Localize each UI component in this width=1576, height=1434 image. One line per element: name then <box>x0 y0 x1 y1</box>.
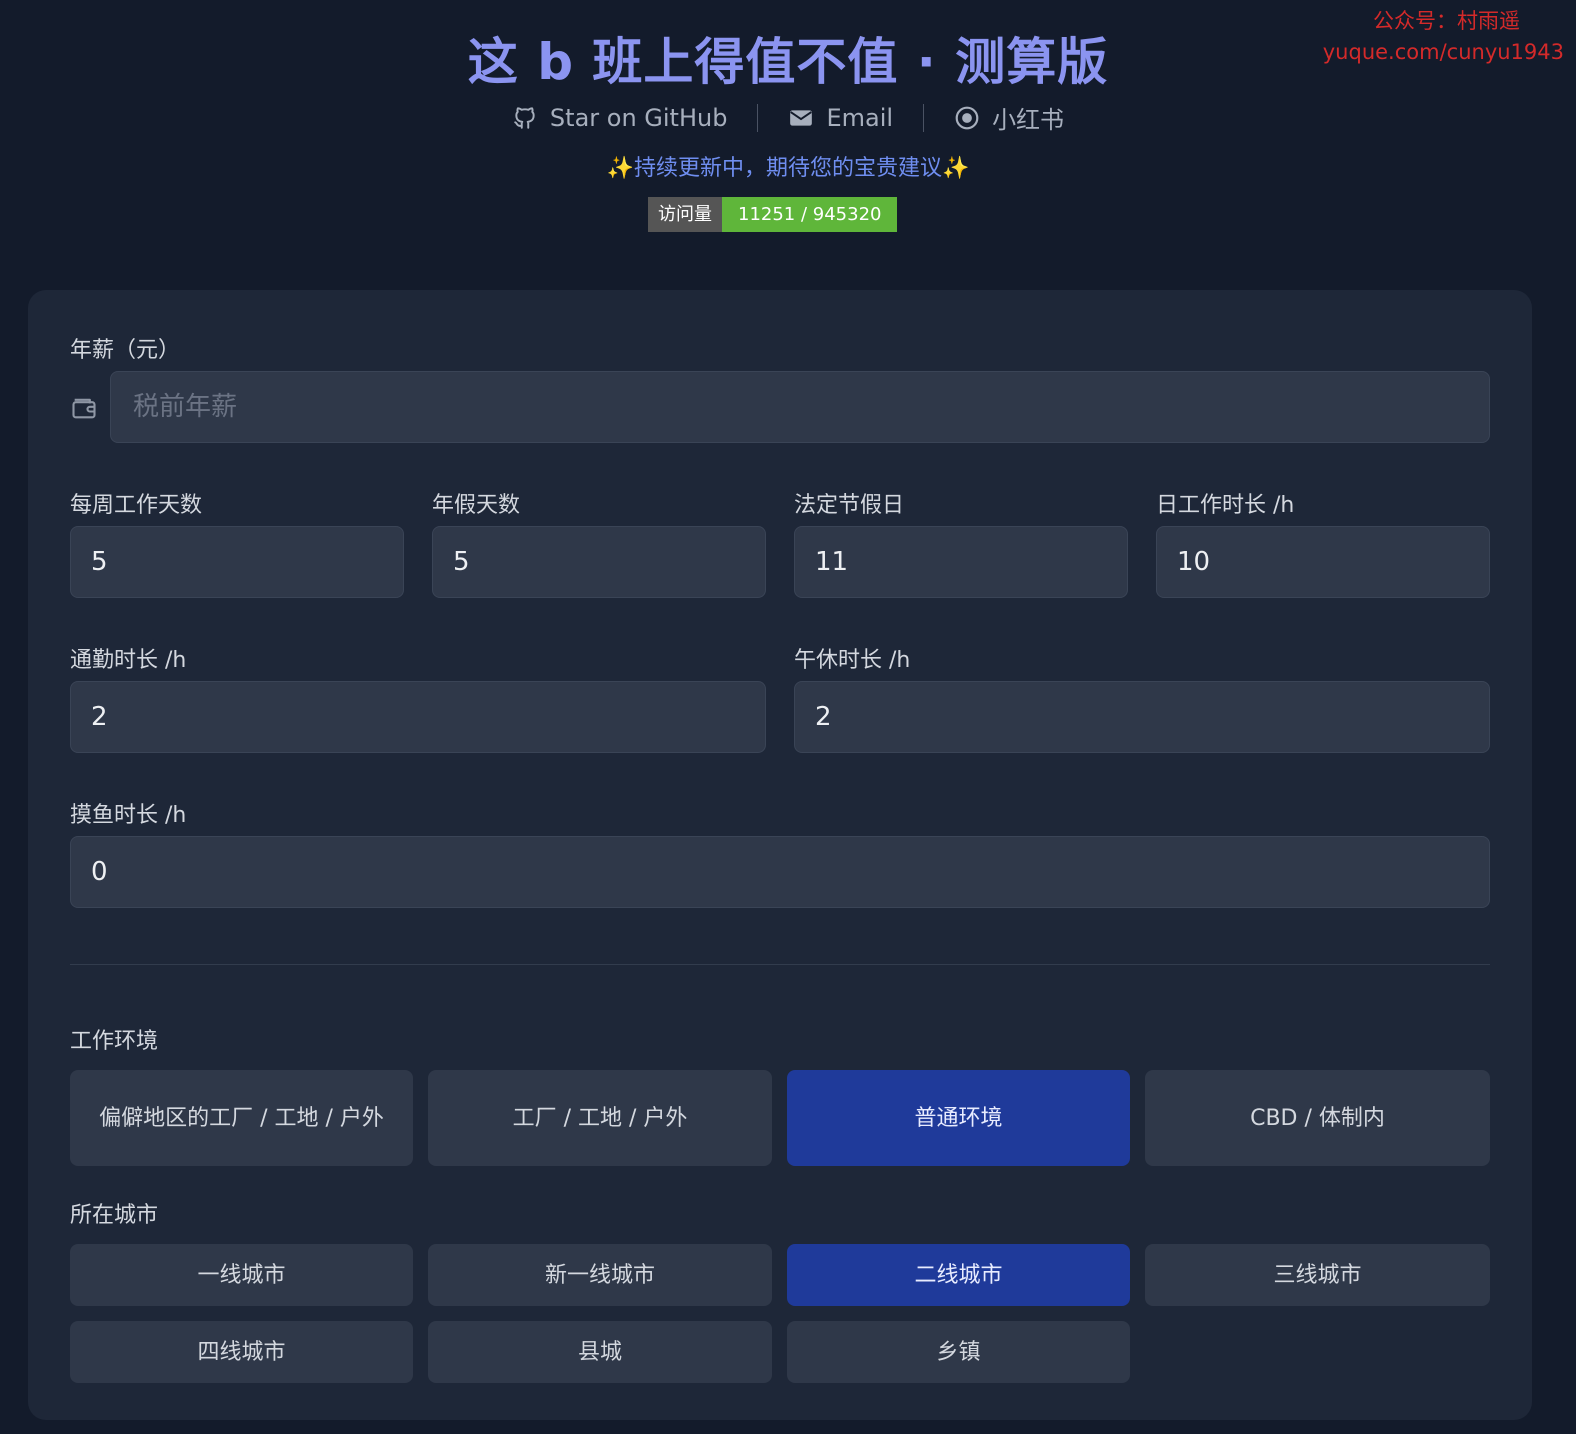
email-link-label: Email <box>826 103 894 132</box>
city-option-tier2[interactable]: 二线城市 <box>787 1244 1130 1306</box>
github-link[interactable]: Star on GitHub <box>482 104 758 132</box>
tagline: ✨持续更新中，期待您的宝贵建议✨ <box>606 156 970 181</box>
work-hours-label: 日工作时长 /h <box>1156 493 1295 518</box>
page-title: 这 b 班上得值不值 · 测算版 <box>467 33 1109 91</box>
github-link-label: Star on GitHub <box>549 103 728 132</box>
city-option-tier1[interactable]: 一线城市 <box>70 1244 413 1306</box>
city-option-tier4[interactable]: 四线城市 <box>70 1321 413 1383</box>
work-days-input[interactable]: 5 <box>70 526 404 598</box>
environment-option-remote-factory[interactable]: 偏僻地区的工厂 / 工地 / 户外 <box>70 1070 413 1166</box>
city-option-new-tier1[interactable]: 新一线城市 <box>428 1244 772 1306</box>
environment-label: 工作环境 <box>70 1029 159 1054</box>
section-divider <box>70 964 1490 965</box>
city-label: 所在城市 <box>70 1203 159 1228</box>
environment-option-cbd[interactable]: CBD / 体制内 <box>1145 1070 1490 1166</box>
xiaohongshu-link-label: 小红书 <box>992 106 1065 134</box>
visit-counter-value: 11251 / 945320 <box>722 197 898 232</box>
annual-leave-input[interactable]: 5 <box>432 526 766 598</box>
environment-option-normal[interactable]: 普通环境 <box>787 1070 1130 1166</box>
commute-input[interactable]: 2 <box>70 681 766 753</box>
visit-counter-label: 访问量 <box>648 197 722 232</box>
email-link[interactable]: Email <box>758 104 923 132</box>
mail-icon <box>790 109 813 126</box>
slack-time-input[interactable]: 0 <box>70 836 1490 908</box>
holidays-input[interactable]: 11 <box>794 526 1128 598</box>
header-links: Star on GitHub Email 小红书 <box>0 100 1576 135</box>
city-option-county[interactable]: 县城 <box>428 1321 772 1383</box>
work-days-label: 每周工作天数 <box>70 493 203 518</box>
calculator-form: 年薪（元） 税前年薪 每周工作天数 5 年假天数 5 法定节假日 11 日工作时… <box>28 290 1532 1420</box>
holidays-label: 法定节假日 <box>794 493 905 518</box>
city-option-tier3[interactable]: 三线城市 <box>1145 1244 1490 1306</box>
salary-label: 年薪（元） <box>70 338 181 363</box>
visit-counter-badge: 访问量 11251 / 945320 <box>648 197 898 232</box>
commute-label: 通勤时长 /h <box>70 648 187 673</box>
wallet-icon <box>72 398 96 419</box>
city-option-town[interactable]: 乡镇 <box>787 1321 1130 1383</box>
lunch-break-input[interactable]: 2 <box>794 681 1490 753</box>
circle-dot-icon <box>955 106 979 129</box>
environment-option-factory[interactable]: 工厂 / 工地 / 户外 <box>428 1070 772 1166</box>
salary-input[interactable]: 税前年薪 <box>110 371 1490 443</box>
annual-leave-label: 年假天数 <box>432 493 521 518</box>
lunch-break-label: 午休时长 /h <box>794 648 911 673</box>
slack-time-label: 摸鱼时长 /h <box>70 803 187 828</box>
github-icon <box>514 106 535 129</box>
work-hours-input[interactable]: 10 <box>1156 526 1490 598</box>
xiaohongshu-link[interactable]: 小红书 <box>924 100 1094 135</box>
